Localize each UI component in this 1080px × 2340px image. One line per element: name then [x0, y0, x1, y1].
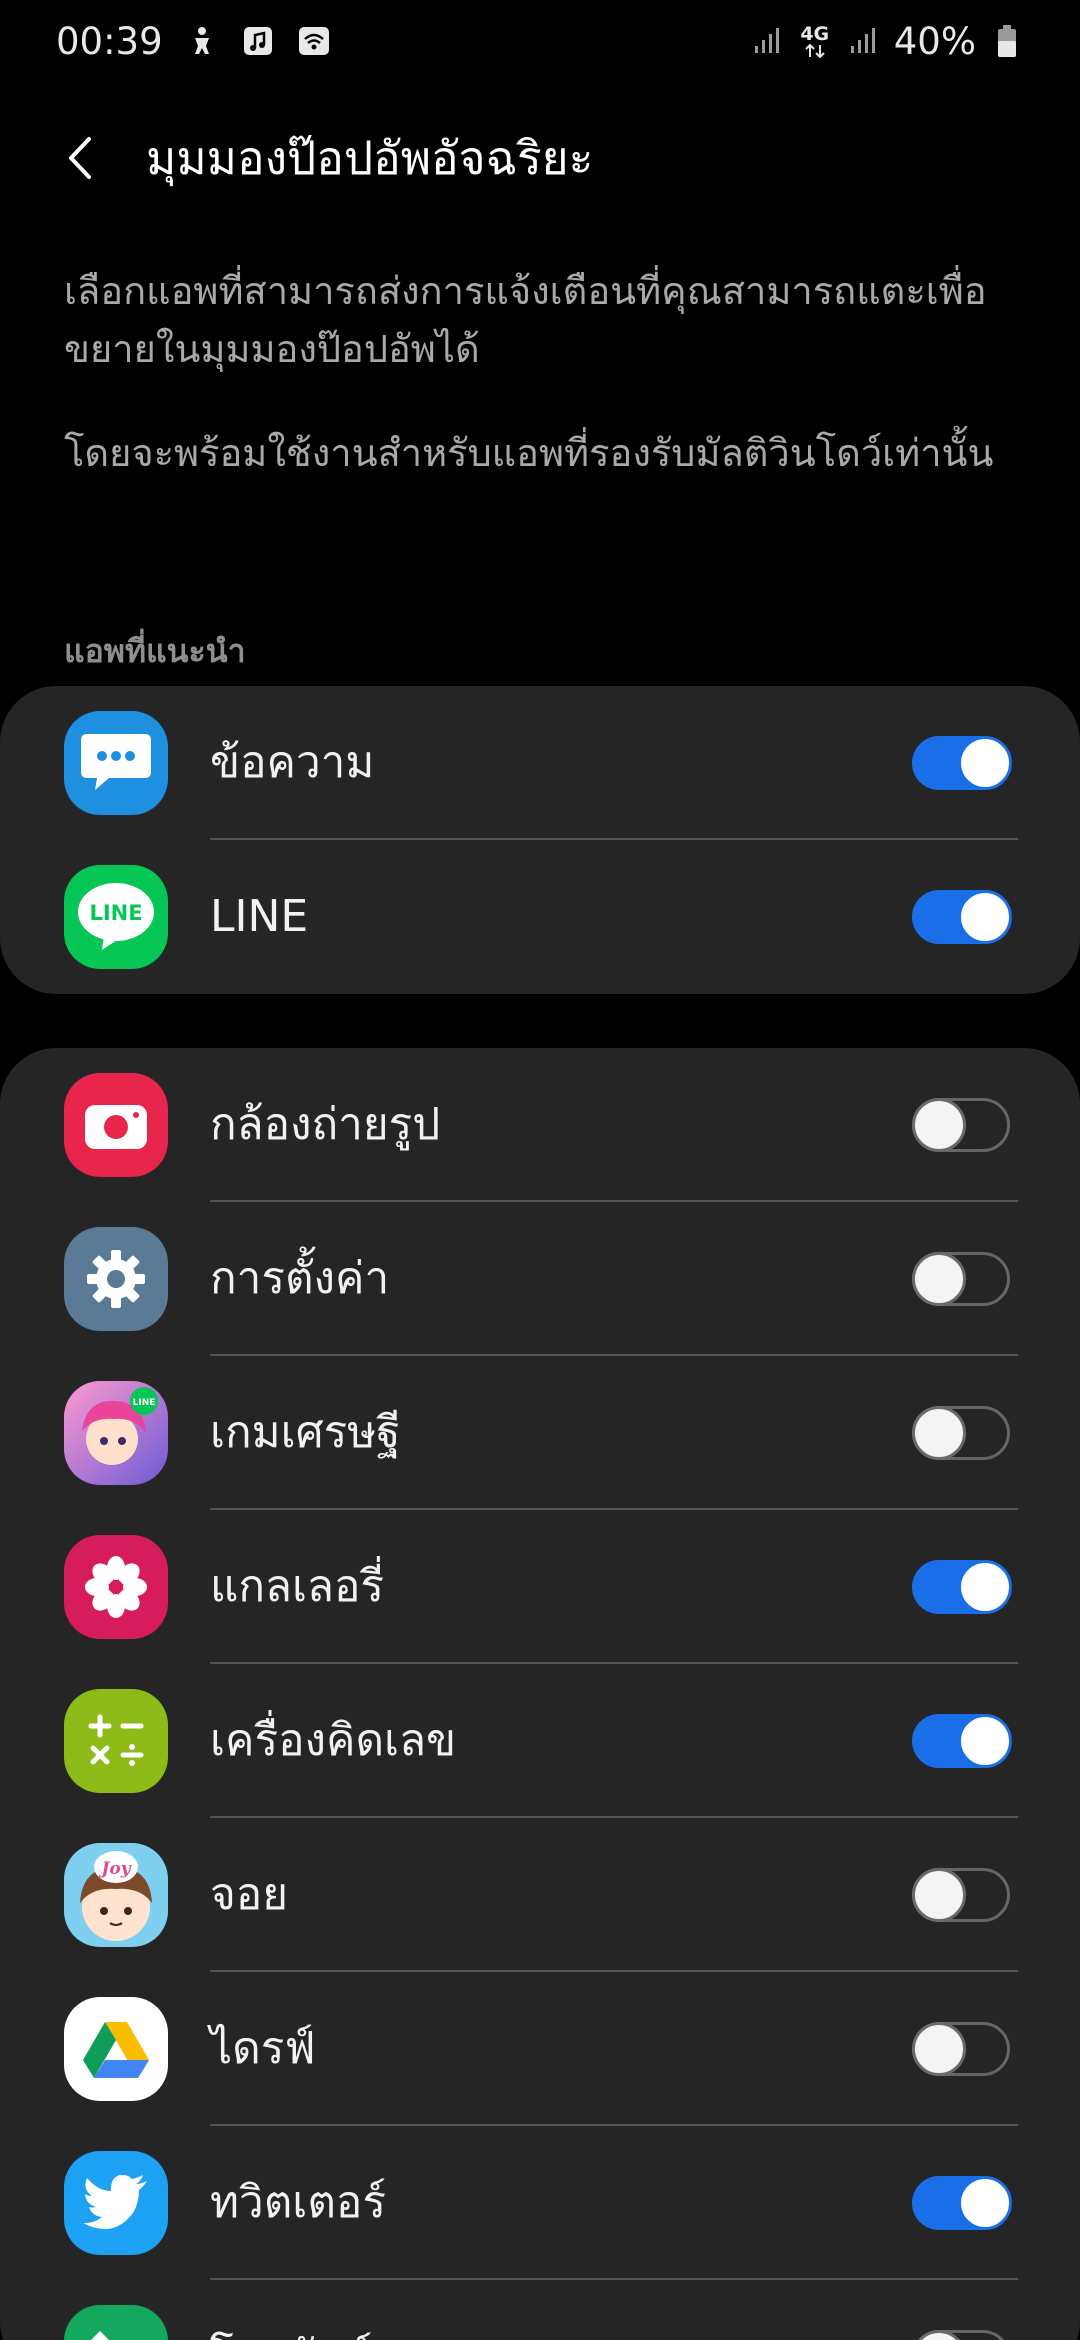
drive-icon: [64, 1997, 168, 2101]
messages-toggle[interactable]: [912, 736, 1012, 790]
settings-gear-icon: [64, 1227, 168, 1331]
description-text: เลือกแอพที่สามารถส่งการแจ้งเตือนที่คุณสา…: [64, 269, 987, 371]
drive-toggle[interactable]: [912, 2022, 1010, 2076]
signal-strength-icon-2: [846, 24, 880, 58]
messages-icon: [64, 711, 168, 815]
svg-text:LINE: LINE: [89, 901, 142, 925]
wifi-hotspot-icon: [297, 24, 331, 58]
joy-toggle[interactable]: [912, 1868, 1010, 1922]
music-notification-icon: [241, 24, 275, 58]
app-label: การตั้งค่า: [210, 1253, 390, 1304]
settings-toggle[interactable]: [912, 1252, 1010, 1306]
joy-app-icon: Joy: [64, 1843, 168, 1947]
app-label: โทรศัพท์: [210, 2325, 372, 2340]
apps-list-card: กล้องถ่ายรูป การตั้งค่า LINE เกมเศรษฐี แ…: [0, 1048, 1080, 2340]
recommended-apps-header: แอพที่แนะนำ: [64, 632, 246, 670]
toggle-knob: [958, 1560, 1012, 1614]
app-label: กล้องถ่ายรูป: [210, 1099, 441, 1150]
app-row-line[interactable]: LINE LINE: [0, 840, 1080, 994]
toggle-knob: [958, 736, 1012, 790]
app-row-game[interactable]: LINE เกมเศรษฐี: [0, 1356, 1080, 1510]
app-label: ไดรฟ์: [210, 2023, 316, 2074]
calculator-toggle[interactable]: [912, 1714, 1012, 1768]
line-app-icon: LINE: [64, 865, 168, 969]
twitter-toggle[interactable]: [912, 2176, 1012, 2230]
app-row-messages[interactable]: ข้อความ: [0, 686, 1080, 840]
status-bar: 00:39 4G 40%: [0, 0, 1080, 82]
accessibility-icon: [185, 24, 219, 58]
app-header: มุมมองป๊อปอัพอัจฉริยะ: [0, 112, 1080, 204]
toggle-knob: [958, 1714, 1012, 1768]
app-row-settings[interactable]: การตั้งค่า: [0, 1202, 1080, 1356]
toggle-knob: [958, 2176, 1012, 2230]
svg-text:Joy: Joy: [98, 1859, 131, 1879]
app-label: ทวิตเตอร์: [210, 2177, 386, 2228]
back-arrow-icon: [69, 137, 91, 179]
back-button[interactable]: [52, 130, 108, 186]
app-label: จอย: [210, 1869, 288, 1920]
toggle-knob: [912, 2022, 966, 2076]
app-label: แกลเลอรี่: [210, 1561, 385, 1612]
toggle-knob: [912, 2330, 966, 2340]
line-toggle[interactable]: [912, 890, 1012, 944]
toggle-knob: [912, 1406, 966, 1460]
app-label: เกมเศรษฐี: [210, 1407, 401, 1458]
page-title: มุมมองป๊อปอัพอัจฉริยะ: [146, 131, 594, 185]
signal-strength-icon: [750, 24, 784, 58]
game-app-icon: LINE: [64, 1381, 168, 1485]
app-row-joy[interactable]: Joy จอย: [0, 1818, 1080, 1972]
battery-icon: [990, 24, 1024, 58]
svg-text:LINE: LINE: [133, 1398, 156, 1408]
toggle-knob: [912, 1252, 966, 1306]
recommended-apps-card: ข้อความ LINE LINE: [0, 686, 1080, 994]
app-row-drive[interactable]: ไดรฟ์: [0, 1972, 1080, 2126]
smart-popup-view-screen: 00:39 4G 40% มุมมองป๊อปอัพอัจฉริยะ เลือก…: [0, 0, 1080, 2340]
toggle-knob: [912, 1098, 966, 1152]
multiwindow-note-text: โดยจะพร้อมใช้งานสำหรับแอพที่รองรับมัลติว…: [64, 431, 994, 475]
app-row-gallery[interactable]: แกลเลอรี่: [0, 1510, 1080, 1664]
game-toggle[interactable]: [912, 1406, 1010, 1460]
app-label: LINE: [210, 891, 309, 942]
app-row-calculator[interactable]: เครื่องคิดเลข: [0, 1664, 1080, 1818]
clock: 00:39: [56, 19, 163, 63]
app-label: เครื่องคิดเลข: [210, 1715, 457, 1766]
phone-icon: [64, 2305, 168, 2340]
app-row-camera[interactable]: กล้องถ่ายรูป: [0, 1048, 1080, 1202]
camera-icon: [64, 1073, 168, 1177]
toggle-knob: [958, 890, 1012, 944]
twitter-bird-icon: [64, 2151, 168, 2255]
app-row-phone[interactable]: โทรศัพท์: [0, 2280, 1080, 2340]
toggle-knob: [912, 1868, 966, 1922]
gallery-flower-icon: [64, 1535, 168, 1639]
battery-percentage: 40%: [893, 19, 976, 63]
gallery-toggle[interactable]: [912, 1560, 1012, 1614]
calculator-icon: [64, 1689, 168, 1793]
network-type-icon: 4G: [798, 24, 832, 58]
app-row-twitter[interactable]: ทวิตเตอร์: [0, 2126, 1080, 2280]
camera-toggle[interactable]: [912, 1098, 1010, 1152]
phone-toggle[interactable]: [912, 2330, 1010, 2340]
app-label: ข้อความ: [210, 737, 375, 788]
